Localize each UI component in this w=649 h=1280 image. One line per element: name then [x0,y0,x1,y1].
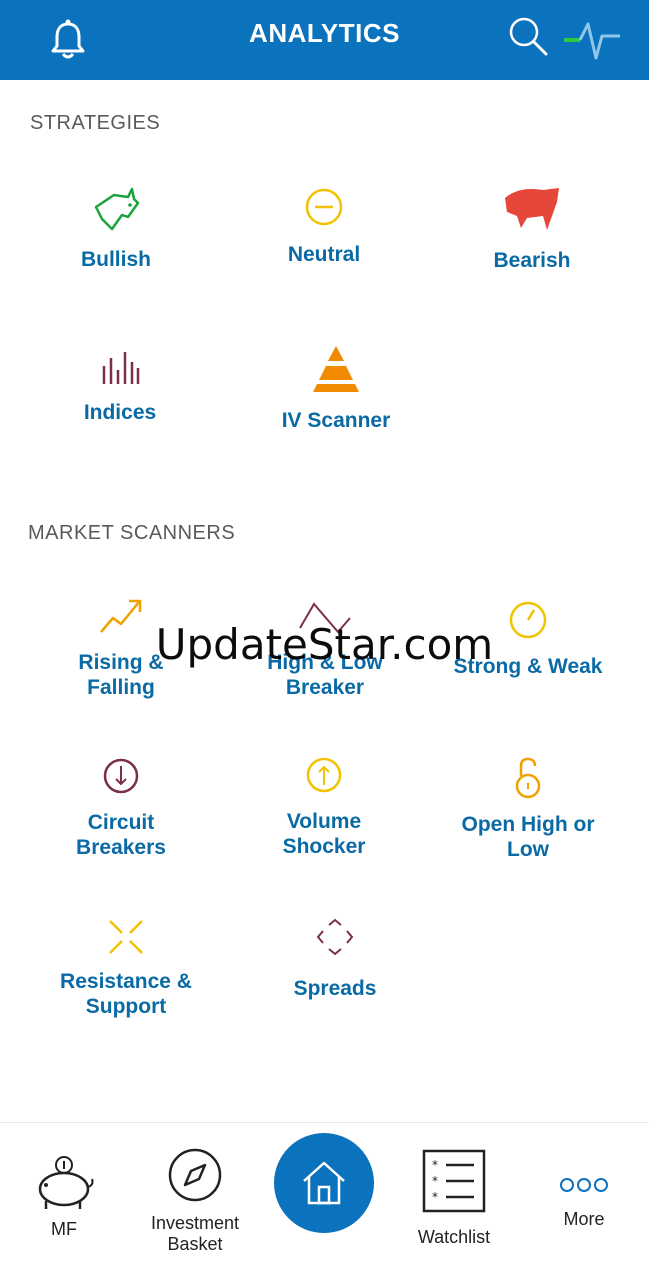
diamond-arrows-icon [316,918,354,956]
scanner-label-line1: High & Low [267,651,383,674]
piggy-bank-icon [38,1156,94,1209]
app-header: ANALYTICS [0,0,649,80]
nav-more[interactable]: More [544,1175,624,1230]
scanner-label-line1: Spreads [293,977,377,1000]
nav-label-more: More [563,1209,605,1229]
nav-label-investment: Investment [150,1213,240,1233]
nav-watchlist[interactable]: * * * Watchlist [404,1149,504,1248]
bars-icon [102,352,140,384]
scanner-label-line1: Resistance & [60,970,192,993]
pulse-icon[interactable] [562,14,622,64]
nav-label-watchlist: Watchlist [417,1227,491,1247]
scanner-label-line1: Rising & [78,651,164,674]
strategy-label: IV Scanner [281,409,391,432]
nav-investment-basket[interactable]: Investment Basket [140,1147,250,1255]
scanner-label-line2: Breakers [76,836,166,859]
scanner-label-line1: Open High or [461,813,595,836]
scanner-rising-falling[interactable]: Rising & Falling [16,596,226,700]
strategy-label: Bullish [80,248,151,271]
bear-icon [505,188,559,230]
bottom-navigation: MF Investment Basket * * * Watchlist Mor… [0,1122,649,1280]
more-dots-icon [560,1178,608,1192]
strategy-indices[interactable]: Indices [15,348,225,425]
nav-label-basket: Basket [167,1234,223,1254]
scanner-label-line2: Low [507,838,549,861]
strategy-label: Bearish [493,249,571,272]
home-icon [303,1161,345,1205]
open-lock-icon [515,757,541,799]
search-icon[interactable] [506,14,550,58]
scanner-label-line1: Circuit [87,811,155,834]
scanner-circuit-breakers[interactable]: Circuit Breakers [16,756,226,860]
svg-text:*: * [432,1158,438,1172]
strategy-label: Indices [83,401,157,424]
watchlist-icon: * * * [422,1149,486,1213]
scanner-strong-weak[interactable]: Strong & Weak [423,600,633,679]
scanner-label-line1: Volume [286,810,362,833]
scanner-label-line1: Strong & Weak [453,655,603,678]
scanner-label-line2: Support [85,995,167,1018]
trend-up-icon [100,599,142,633]
strategy-bullish[interactable]: Bullish [11,185,221,272]
section-title-market-scanners: MARKET SCANNERS [28,522,236,544]
scanner-label-line2: Falling [87,676,155,699]
svg-text:*: * [432,1190,438,1204]
pyramid-icon [313,346,359,392]
scanner-high-low-breaker[interactable]: High & Low Breaker [220,598,430,700]
gauge-icon [509,601,547,639]
strategy-iv-scanner[interactable]: IV Scanner [231,344,441,433]
home-button[interactable] [274,1133,374,1233]
strategy-neutral[interactable]: Neutral [219,186,429,267]
compass-icon [168,1148,222,1202]
scanner-label-line2: Shocker [282,835,366,858]
arrows-in-icon [109,920,143,954]
strategy-bearish[interactable]: Bearish [427,186,637,273]
scanner-spreads[interactable]: Spreads [230,918,440,1001]
page-title: ANALYTICS [249,18,400,48]
bull-icon [94,187,140,231]
svg-text:*: * [432,1174,438,1188]
scanner-resistance-support[interactable]: Resistance & Support [21,917,231,1019]
zigzag-icon [299,602,351,634]
nav-mf[interactable]: MF [24,1153,104,1240]
scanner-volume-shocker[interactable]: Volume Shocker [219,755,429,859]
section-title-strategies: STRATEGIES [30,112,161,134]
scanner-open-high-low[interactable]: Open High or Low [423,756,633,862]
nav-label-mf: MF [51,1219,77,1239]
strategy-label: Neutral [287,243,361,266]
neutral-icon [305,188,343,226]
volume-up-icon [306,757,342,793]
circuit-down-icon [103,758,139,794]
scanner-label-line2: Breaker [285,676,365,699]
